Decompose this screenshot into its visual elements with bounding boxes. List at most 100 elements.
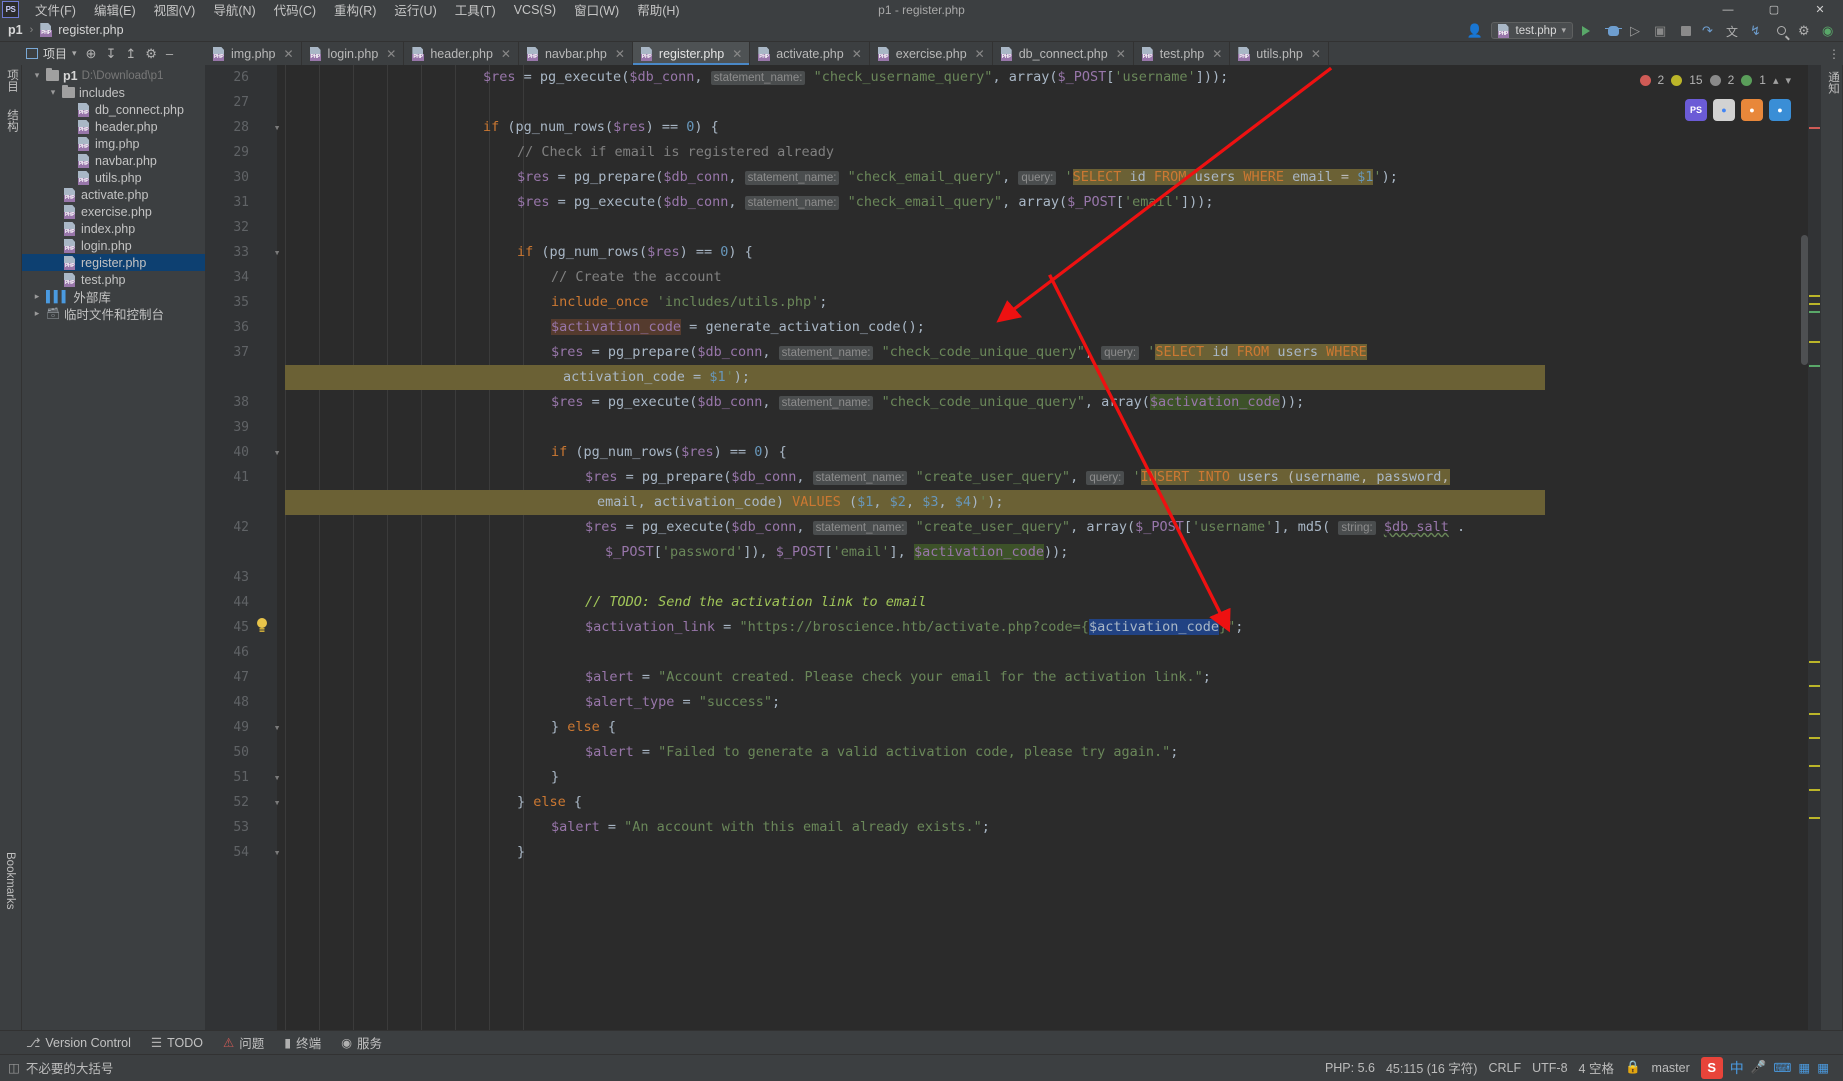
stop-icon[interactable] bbox=[1678, 23, 1693, 38]
maximize-button[interactable]: ▢ bbox=[1751, 0, 1797, 19]
keyboard-icon[interactable]: ⌨ bbox=[1773, 1060, 1791, 1075]
code-content[interactable]: 26 27 28▾ 29 30 31 32 33▾ 34 35 36 37 38… bbox=[205, 65, 1821, 1030]
editor-tabs[interactable]: PHPimg.php✕ PHPlogin.php✕ PHPheader.php✕… bbox=[205, 42, 1825, 65]
minimize-button[interactable]: — bbox=[1705, 0, 1751, 19]
tab-login-php[interactable]: PHPlogin.php✕ bbox=[302, 42, 405, 65]
code-line-42-wrap[interactable]: $_POST['password']), $_POST['email'], $a… bbox=[605, 540, 1068, 565]
tab-register-php[interactable]: PHPregister.php✕ bbox=[633, 42, 750, 65]
stripe-marker[interactable] bbox=[1809, 685, 1820, 687]
mic-icon[interactable]: 🎤 bbox=[1751, 1060, 1767, 1075]
tree-node-scratches[interactable]: ▸ 🗃 临时文件和控制台 bbox=[22, 305, 205, 322]
code-line-47[interactable]: $alert = "Account created. Please check … bbox=[585, 665, 1211, 690]
fold-handle[interactable]: ▾ bbox=[271, 440, 283, 465]
sogou-icon[interactable]: S bbox=[1701, 1057, 1723, 1079]
code-line-35[interactable]: include_once 'includes/utils.php'; bbox=[551, 290, 827, 315]
menu-item-refactor[interactable]: 重构(R) bbox=[334, 0, 376, 19]
code-line-51[interactable]: } bbox=[551, 765, 559, 790]
code-line-38[interactable]: $res = pg_execute($db_conn, statement_na… bbox=[551, 390, 1304, 416]
profile-icon[interactable]: ▣ bbox=[1654, 23, 1669, 38]
fold-handle[interactable]: ▾ bbox=[271, 240, 283, 265]
tree-node-activate-php[interactable]: PHP activate.php bbox=[22, 186, 205, 203]
strip-bookmarks-label[interactable]: Bookmarks bbox=[4, 852, 16, 910]
fold-handle[interactable]: ▾ bbox=[271, 790, 283, 815]
coverage-icon[interactable]: ▷ bbox=[1630, 23, 1645, 38]
code-line-41-wrap[interactable]: email, activation_code) VALUES ($1, $2, … bbox=[597, 490, 1004, 515]
stripe-marker[interactable] bbox=[1809, 295, 1820, 297]
status-right-group[interactable]: PHP: 5.6 45:115 (16 字符) CRLF UTF-8 4 空格 … bbox=[1325, 1055, 1835, 1081]
menu-item-run[interactable]: 运行(U) bbox=[394, 0, 436, 19]
code-line-30[interactable]: $res = pg_prepare($db_conn, statement_na… bbox=[517, 165, 1398, 191]
stripe-marker[interactable] bbox=[1809, 341, 1820, 343]
expand-all-icon[interactable]: ↧ bbox=[105, 46, 116, 62]
tree-node-register-php[interactable]: PHP register.php bbox=[22, 254, 205, 271]
left-tool-strip[interactable]: 项目 结构 Bookmarks bbox=[0, 65, 22, 1030]
fold-handle[interactable]: ▾ bbox=[271, 115, 283, 140]
right-tool-strip[interactable]: 通知 bbox=[1821, 65, 1843, 1030]
git-update-icon[interactable]: ↯ bbox=[1750, 23, 1765, 38]
code-line-52[interactable]: } else { bbox=[517, 790, 582, 815]
breadcrumb-file[interactable]: register.php bbox=[58, 23, 123, 37]
tree-node-includes[interactable]: ▾ includes bbox=[22, 84, 205, 101]
tool-problems[interactable]: ⚠问题 bbox=[223, 1033, 264, 1052]
hide-icon[interactable]: – bbox=[166, 46, 173, 61]
chevron-down-icon[interactable]: ▾ bbox=[1785, 74, 1791, 87]
menu-item-window[interactable]: 窗口(W) bbox=[574, 0, 619, 19]
code-line-28[interactable]: if (pg_num_rows($res) == 0) { bbox=[483, 115, 719, 140]
browser-preview-badges[interactable]: PS ● ● ● bbox=[1685, 99, 1791, 121]
menu-item-file[interactable]: 文件(F) bbox=[35, 0, 76, 19]
run-icon[interactable] bbox=[1582, 23, 1597, 38]
debug-icon[interactable] bbox=[1606, 23, 1621, 38]
user-icon[interactable]: 👤▾ bbox=[1467, 23, 1482, 38]
code-editor[interactable]: 26 27 28▾ 29 30 31 32 33▾ 34 35 36 37 38… bbox=[205, 65, 1821, 1030]
tree-node-login-php[interactable]: PHP login.php bbox=[22, 237, 205, 254]
tool-terminal[interactable]: ▮终端 bbox=[284, 1033, 321, 1052]
vertical-scrollbar-thumb[interactable] bbox=[1801, 235, 1808, 365]
php-version-label[interactable]: PHP: 5.6 bbox=[1325, 1061, 1375, 1075]
inspection-widget[interactable]: 2 15 2 1 ▴ ▾ bbox=[1640, 73, 1791, 87]
close-icon[interactable]: ✕ bbox=[1116, 47, 1126, 61]
code-line-54[interactable]: } bbox=[517, 840, 525, 865]
menu-bar[interactable]: 文件(F) 编辑(E) 视图(V) 导航(N) 代码(C) 重构(R) 运行(U… bbox=[35, 0, 680, 19]
strip-project-label[interactable]: 项目 bbox=[4, 69, 20, 92]
code-line-37-wrap[interactable]: activation_code = $1'); bbox=[563, 365, 750, 390]
tree-node-test-php[interactable]: PHP test.php bbox=[22, 271, 205, 288]
chrome-icon[interactable]: ● bbox=[1713, 99, 1735, 121]
edge-icon[interactable]: ● bbox=[1769, 99, 1791, 121]
chevron-right-icon[interactable]: ▸ bbox=[32, 308, 42, 319]
stripe-marker[interactable] bbox=[1809, 311, 1820, 313]
stripe-marker[interactable] bbox=[1809, 127, 1820, 129]
tab-test-php[interactable]: PHPtest.php✕ bbox=[1134, 42, 1231, 65]
tree-node-exercise-php[interactable]: PHP exercise.php bbox=[22, 203, 205, 220]
close-icon[interactable]: ✕ bbox=[1311, 47, 1321, 61]
chevron-down-icon[interactable]: ▾ bbox=[48, 87, 58, 98]
code-line-48[interactable]: $alert_type = "success"; bbox=[585, 690, 780, 715]
lock-icon[interactable]: 🔒 bbox=[1625, 1060, 1641, 1075]
stripe-marker[interactable] bbox=[1809, 365, 1820, 367]
close-icon[interactable]: ✕ bbox=[501, 47, 511, 61]
menu-item-navigate[interactable]: 导航(N) bbox=[213, 0, 255, 19]
fold-handle[interactable]: ▾ bbox=[271, 840, 283, 865]
close-button[interactable]: ✕ bbox=[1797, 0, 1843, 19]
redo-icon[interactable]: ↷ bbox=[1702, 23, 1717, 38]
encoding-label[interactable]: UTF-8 bbox=[1532, 1061, 1567, 1075]
code-line-49[interactable]: } else { bbox=[551, 715, 616, 740]
tab-header-php[interactable]: PHPheader.php✕ bbox=[404, 42, 519, 65]
apps-icon[interactable]: ▦ bbox=[1817, 1060, 1829, 1075]
tab-db-connect-php[interactable]: PHPdb_connect.php✕ bbox=[993, 42, 1134, 65]
tree-node-utils-php[interactable]: PHP utils.php bbox=[22, 169, 205, 186]
code-line-45[interactable]: $activation_link = "https://broscience.h… bbox=[585, 615, 1243, 640]
stripe-marker[interactable] bbox=[1809, 303, 1820, 305]
ime-mode-label[interactable]: 中 bbox=[1730, 1058, 1744, 1078]
stripe-marker[interactable] bbox=[1809, 817, 1820, 819]
window-controls[interactable]: — ▢ ✕ bbox=[1705, 0, 1843, 19]
chevron-right-icon[interactable]: ▸ bbox=[32, 291, 42, 302]
strip-notifications-label[interactable]: 通知 bbox=[1825, 71, 1841, 94]
line-separator-label[interactable]: CRLF bbox=[1488, 1061, 1521, 1075]
code-line-53[interactable]: $alert = "An account with this email alr… bbox=[551, 815, 990, 840]
tree-node-p1[interactable]: ▾ p1 D:\Download\p1 bbox=[22, 67, 205, 84]
panel-icon[interactable]: ▦ bbox=[1798, 1060, 1810, 1075]
code-line-31[interactable]: $res = pg_execute($db_conn, statement_na… bbox=[517, 190, 1213, 216]
tab-navbar-php[interactable]: PHPnavbar.php✕ bbox=[519, 42, 633, 65]
branch-label[interactable]: master bbox=[1652, 1061, 1690, 1075]
chevron-up-icon[interactable]: ▴ bbox=[1773, 74, 1779, 87]
